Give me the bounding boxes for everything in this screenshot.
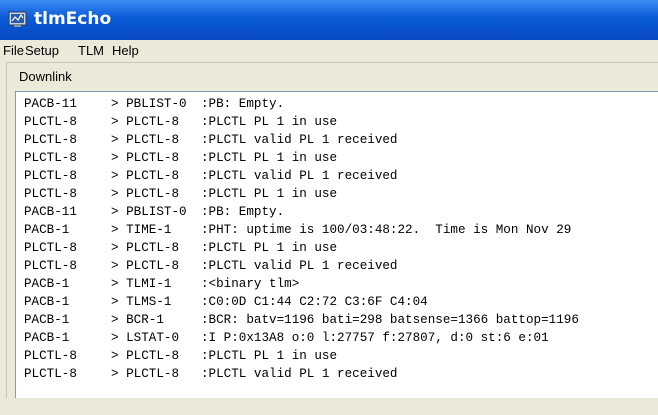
log-source: PLCTL-8 bbox=[24, 187, 77, 201]
window-title: tlmEcho bbox=[34, 9, 112, 29]
title-bar[interactable]: tlmEcho bbox=[0, 0, 658, 40]
log-source: PACB-11 bbox=[24, 97, 77, 111]
downlink-label: Downlink bbox=[19, 69, 72, 84]
log-source: PLCTL-8 bbox=[24, 169, 77, 183]
log-source: PACB-1 bbox=[24, 295, 70, 309]
log-source: PLCTL-8 bbox=[24, 133, 77, 147]
log-packet: > PLCTL-8 bbox=[111, 349, 180, 363]
log-message: :PLCTL valid PL 1 received bbox=[201, 133, 398, 147]
log-source: PLCTL-8 bbox=[24, 151, 77, 165]
menu-bar: File Setup TLM Help bbox=[0, 40, 658, 62]
log-message: :PLCTL PL 1 in use bbox=[201, 115, 338, 129]
log-message: :PLCTL PL 1 in use bbox=[201, 151, 338, 165]
menu-tlm[interactable]: TLM bbox=[78, 43, 104, 58]
log-message: :PLCTL valid PL 1 received bbox=[201, 367, 398, 381]
log-packet: > PLCTL-8 bbox=[111, 169, 180, 183]
log-source: PACB-1 bbox=[24, 313, 70, 327]
log-packet: > TLMS-1 bbox=[111, 295, 172, 309]
tlmecho-app-icon bbox=[8, 11, 27, 27]
menu-help[interactable]: Help bbox=[112, 43, 139, 58]
log-source: PACB-11 bbox=[24, 205, 77, 219]
log-packet: > PLCTL-8 bbox=[111, 367, 180, 381]
log-source: PLCTL-8 bbox=[24, 367, 77, 381]
log-packet: > PLCTL-8 bbox=[111, 133, 180, 147]
log-packet: > PLCTL-8 bbox=[111, 259, 180, 273]
log-message: :I P:0x13A8 o:0 l:27757 f:27807, d:0 st:… bbox=[201, 331, 549, 345]
log-packet: > TIME-1 bbox=[111, 223, 172, 237]
log-message: :PLCTL valid PL 1 received bbox=[201, 259, 398, 273]
log-message: :<binary tlm> bbox=[201, 277, 300, 291]
log-message: :PB: Empty. bbox=[201, 97, 285, 111]
log-packet: > PLCTL-8 bbox=[111, 187, 180, 201]
log-packet: > BCR-1 bbox=[111, 313, 164, 327]
log-source: PACB-1 bbox=[24, 223, 70, 237]
downlink-log[interactable]: PACB-11 > PBLIST-0 :PB: Empty. PLCTL-8 > PLC… bbox=[15, 91, 658, 398]
log-source: PLCTL-8 bbox=[24, 349, 77, 363]
log-message: :BCR: batv=1196 bati=298 batsense=1366 b… bbox=[201, 313, 579, 327]
log-message: :PB: Empty. bbox=[201, 205, 285, 219]
log-packet: > PBLIST-0 bbox=[111, 205, 187, 219]
log-packet: > LSTAT-0 bbox=[111, 331, 180, 345]
log-source: PLCTL-8 bbox=[24, 115, 77, 129]
log-source: PACB-1 bbox=[24, 277, 70, 291]
log-message: :C0:0D C1:44 C2:72 C3:6F C4:04 bbox=[201, 295, 428, 309]
log-source: PLCTL-8 bbox=[24, 259, 77, 273]
log-packet: > TLMI-1 bbox=[111, 277, 172, 291]
menu-setup[interactable]: Setup bbox=[25, 43, 59, 58]
log-packet: > PBLIST-0 bbox=[111, 97, 187, 111]
log-packet: > PLCTL-8 bbox=[111, 151, 180, 165]
log-source: PLCTL-8 bbox=[24, 241, 77, 255]
log-message: :PHT: uptime is 100/03:48:22. Time is Mo… bbox=[201, 223, 572, 237]
menu-file[interactable]: File bbox=[3, 43, 24, 58]
log-source: PACB-1 bbox=[24, 331, 70, 345]
log-message: :PLCTL PL 1 in use bbox=[201, 241, 338, 255]
log-packet: > PLCTL-8 bbox=[111, 241, 180, 255]
log-message: :PLCTL valid PL 1 received bbox=[201, 169, 398, 183]
log-packet: > PLCTL-8 bbox=[111, 115, 180, 129]
log-message: :PLCTL PL 1 in use bbox=[201, 187, 338, 201]
log-message: :PLCTL PL 1 in use bbox=[201, 349, 338, 363]
status-bar bbox=[0, 398, 658, 415]
